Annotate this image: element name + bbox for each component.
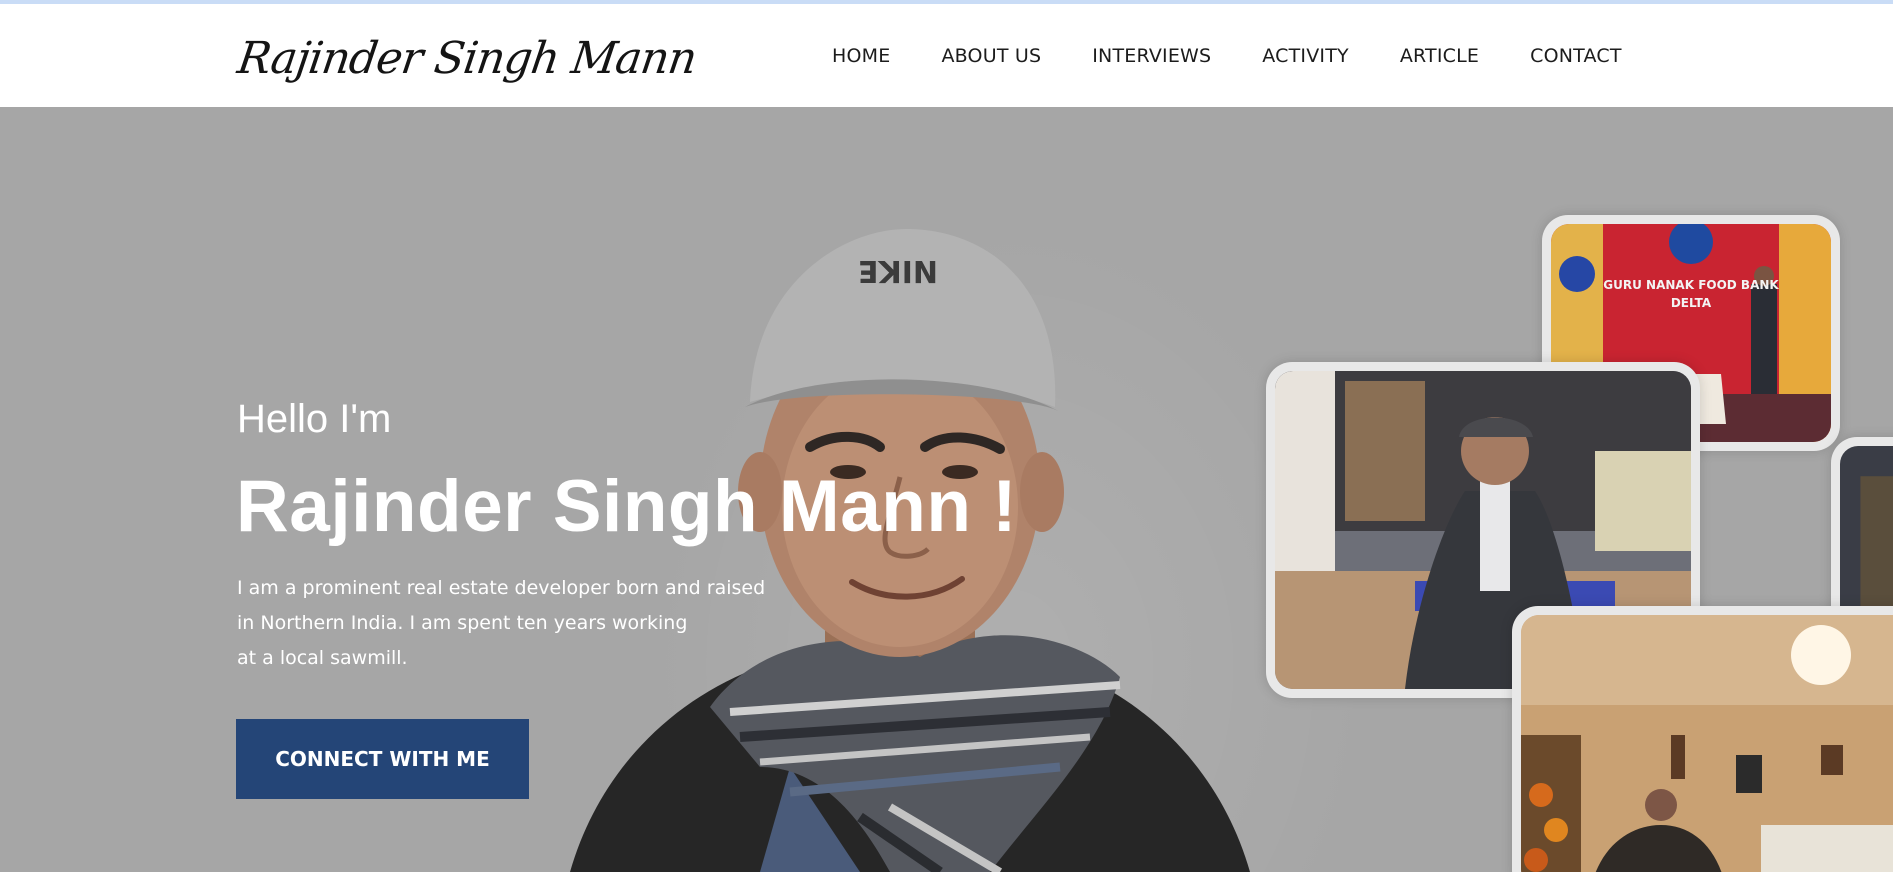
hero-title: Rajinder Singh Mann !	[236, 466, 1018, 547]
hero-description-line-3: at a local sawmill.	[237, 647, 408, 669]
hero-description-line-1: I am a prominent real estate developer b…	[237, 577, 766, 599]
site-header: Rajinder Singh Mann HOME ABOUT US INTERV…	[0, 4, 1893, 107]
connect-with-me-button[interactable]: CONNECT WITH ME	[236, 719, 529, 799]
nav-interviews[interactable]: INTERVIEWS	[1092, 45, 1211, 67]
food-bank-sign-line1: GURU NANAK FOOD BANK	[1603, 278, 1779, 292]
hero-greeting: Hello I'm	[237, 397, 392, 441]
nav-contact[interactable]: CONTACT	[1530, 45, 1622, 67]
hero-section: NIKE Hello I'm Rajinder Singh Mann ! I a…	[0, 107, 1893, 872]
site-logo[interactable]: Rajinder Singh Mann	[233, 24, 700, 94]
nav-activity[interactable]: ACTIVITY	[1262, 45, 1349, 67]
hero-description-line-2: in Northern India. I am spent ten years …	[237, 612, 688, 634]
main-navigation: HOME ABOUT US INTERVIEWS ACTIVITY ARTICL…	[832, 4, 1622, 107]
nav-home[interactable]: HOME	[832, 45, 890, 67]
photo-banquet-hall	[1512, 606, 1893, 872]
cap-logo-text: NIKE	[858, 253, 938, 288]
nav-about-us[interactable]: ABOUT US	[941, 45, 1041, 67]
food-bank-sign-line2: DELTA	[1670, 296, 1712, 310]
nav-article[interactable]: ARTICLE	[1400, 45, 1479, 67]
hero-description: I am a prominent real estate developer b…	[237, 571, 817, 676]
